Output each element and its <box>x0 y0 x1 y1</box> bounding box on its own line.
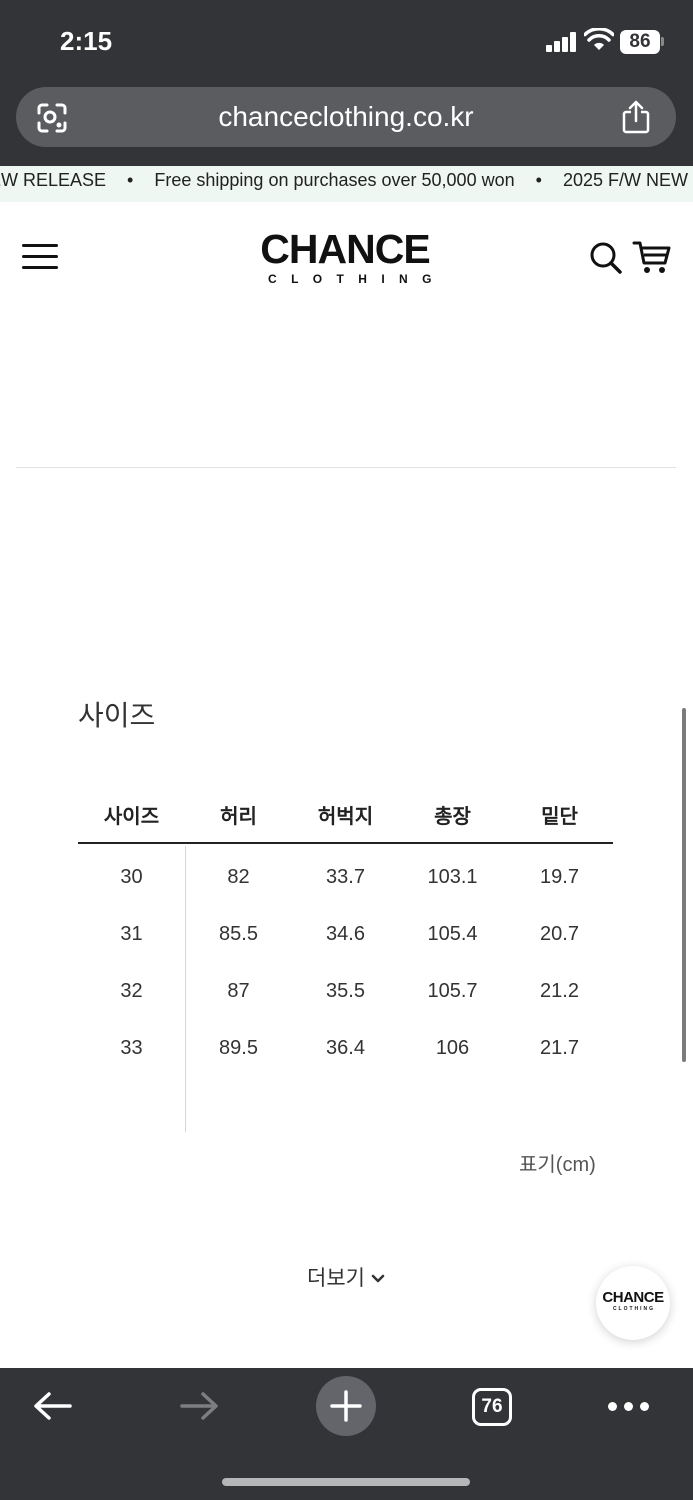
table-cell: 35.5 <box>326 980 365 1002</box>
back-arrow-icon[interactable] <box>32 1390 74 1422</box>
floating-brand-wordmark: CHANCE <box>602 1289 664 1306</box>
logo-wordmark: CHANCE <box>260 226 430 272</box>
table-cell: 19.7 <box>540 866 579 888</box>
announcement-bar: F/W NEW RELEASE • Free shipping on purch… <box>0 166 693 202</box>
section-divider <box>16 467 676 468</box>
column-header: 총장 <box>434 806 471 828</box>
chevron-down-icon <box>371 1274 385 1283</box>
column-header: 사이즈 <box>103 806 160 828</box>
battery-icon: 86 <box>620 30 660 54</box>
table-cell: 89.5 <box>219 1037 258 1059</box>
table-cell: 21.2 <box>540 980 579 1002</box>
share-icon[interactable] <box>620 100 652 134</box>
table-cell: 106 <box>435 1037 470 1059</box>
wifi-icon <box>584 28 614 50</box>
announcement-track: F/W NEW RELEASE • Free shipping on purch… <box>0 170 693 191</box>
floating-brand-subtitle: CLOTHING <box>612 1306 656 1312</box>
site-header: CHANCE CLOTHING <box>0 202 693 302</box>
announcement-item: Free shipping on purchases over 50,000 w… <box>154 170 515 190</box>
scrollbar[interactable] <box>682 708 686 1062</box>
cellular-signal-icon <box>546 32 578 52</box>
table-header: 사이즈 허리 허벅지 총장 밑단 <box>78 780 613 844</box>
url-text: chanceclothing.co.kr <box>218 101 474 132</box>
announcement-item: 2025 F/W NEW RE <box>562 170 693 190</box>
table-cell: 87 <box>227 980 250 1002</box>
table-cell: 30 <box>120 866 143 888</box>
table-cell: 36.4 <box>326 1037 365 1059</box>
browser-address-area: chanceclothing.co.kr <box>0 84 693 166</box>
table-cell: 33.7 <box>326 866 365 888</box>
size-table: 사이즈 허리 허벅지 총장 밑단 30 82 33.7 103.1 19.7 3… <box>78 780 613 1059</box>
column-header: 허리 <box>220 806 257 828</box>
table-cell: 31 <box>120 923 143 945</box>
cart-icon[interactable] <box>632 238 672 276</box>
table-cell: 82 <box>227 866 250 888</box>
table-cell: 103.1 <box>427 866 478 888</box>
menu-icon[interactable] <box>22 244 58 270</box>
tab-switcher-button[interactable]: 76 <box>472 1388 512 1426</box>
search-icon[interactable] <box>588 240 624 276</box>
column-header: 허벅지 <box>317 806 374 828</box>
status-bar: 2:15 86 <box>0 0 693 84</box>
more-button[interactable]: 더보기 <box>290 1262 402 1296</box>
site-logo[interactable]: CHANCE CLOTHING <box>260 226 446 286</box>
home-indicator <box>222 1478 470 1486</box>
forward-arrow-icon[interactable] <box>178 1390 220 1422</box>
announcement-separator: • <box>127 170 134 190</box>
announcement-separator: • <box>535 170 542 190</box>
status-time: 2:15 <box>60 26 113 56</box>
floating-brand-button[interactable]: CHANCE CLOTHING <box>596 1266 670 1340</box>
browser-toolbar: 76 <box>0 1368 693 1500</box>
table-cell: 32 <box>120 980 143 1002</box>
more-button-label: 더보기 <box>307 1267 365 1290</box>
announcement-item: F/W NEW RELEASE <box>0 170 107 190</box>
plus-icon <box>330 1390 362 1422</box>
unit-note: 표기(cm) <box>519 1154 596 1176</box>
address-bar[interactable]: chanceclothing.co.kr <box>16 87 676 147</box>
more-options-icon[interactable] <box>606 1402 650 1412</box>
size-section-title: 사이즈 <box>78 700 156 731</box>
logo-subtitle: CLOTHING <box>268 272 446 286</box>
table-cell: 33 <box>120 1037 143 1059</box>
table-cell: 20.7 <box>540 923 579 945</box>
battery-tip <box>661 37 664 46</box>
table-cell: 105.4 <box>427 923 478 945</box>
table-column-divider <box>185 846 186 1132</box>
column-header: 밑단 <box>541 806 578 828</box>
table-cell: 85.5 <box>219 923 258 945</box>
table-cell: 21.7 <box>540 1037 579 1059</box>
table-cell: 105.7 <box>427 980 478 1002</box>
table-cell: 34.6 <box>326 923 365 945</box>
new-tab-button[interactable] <box>316 1376 376 1436</box>
